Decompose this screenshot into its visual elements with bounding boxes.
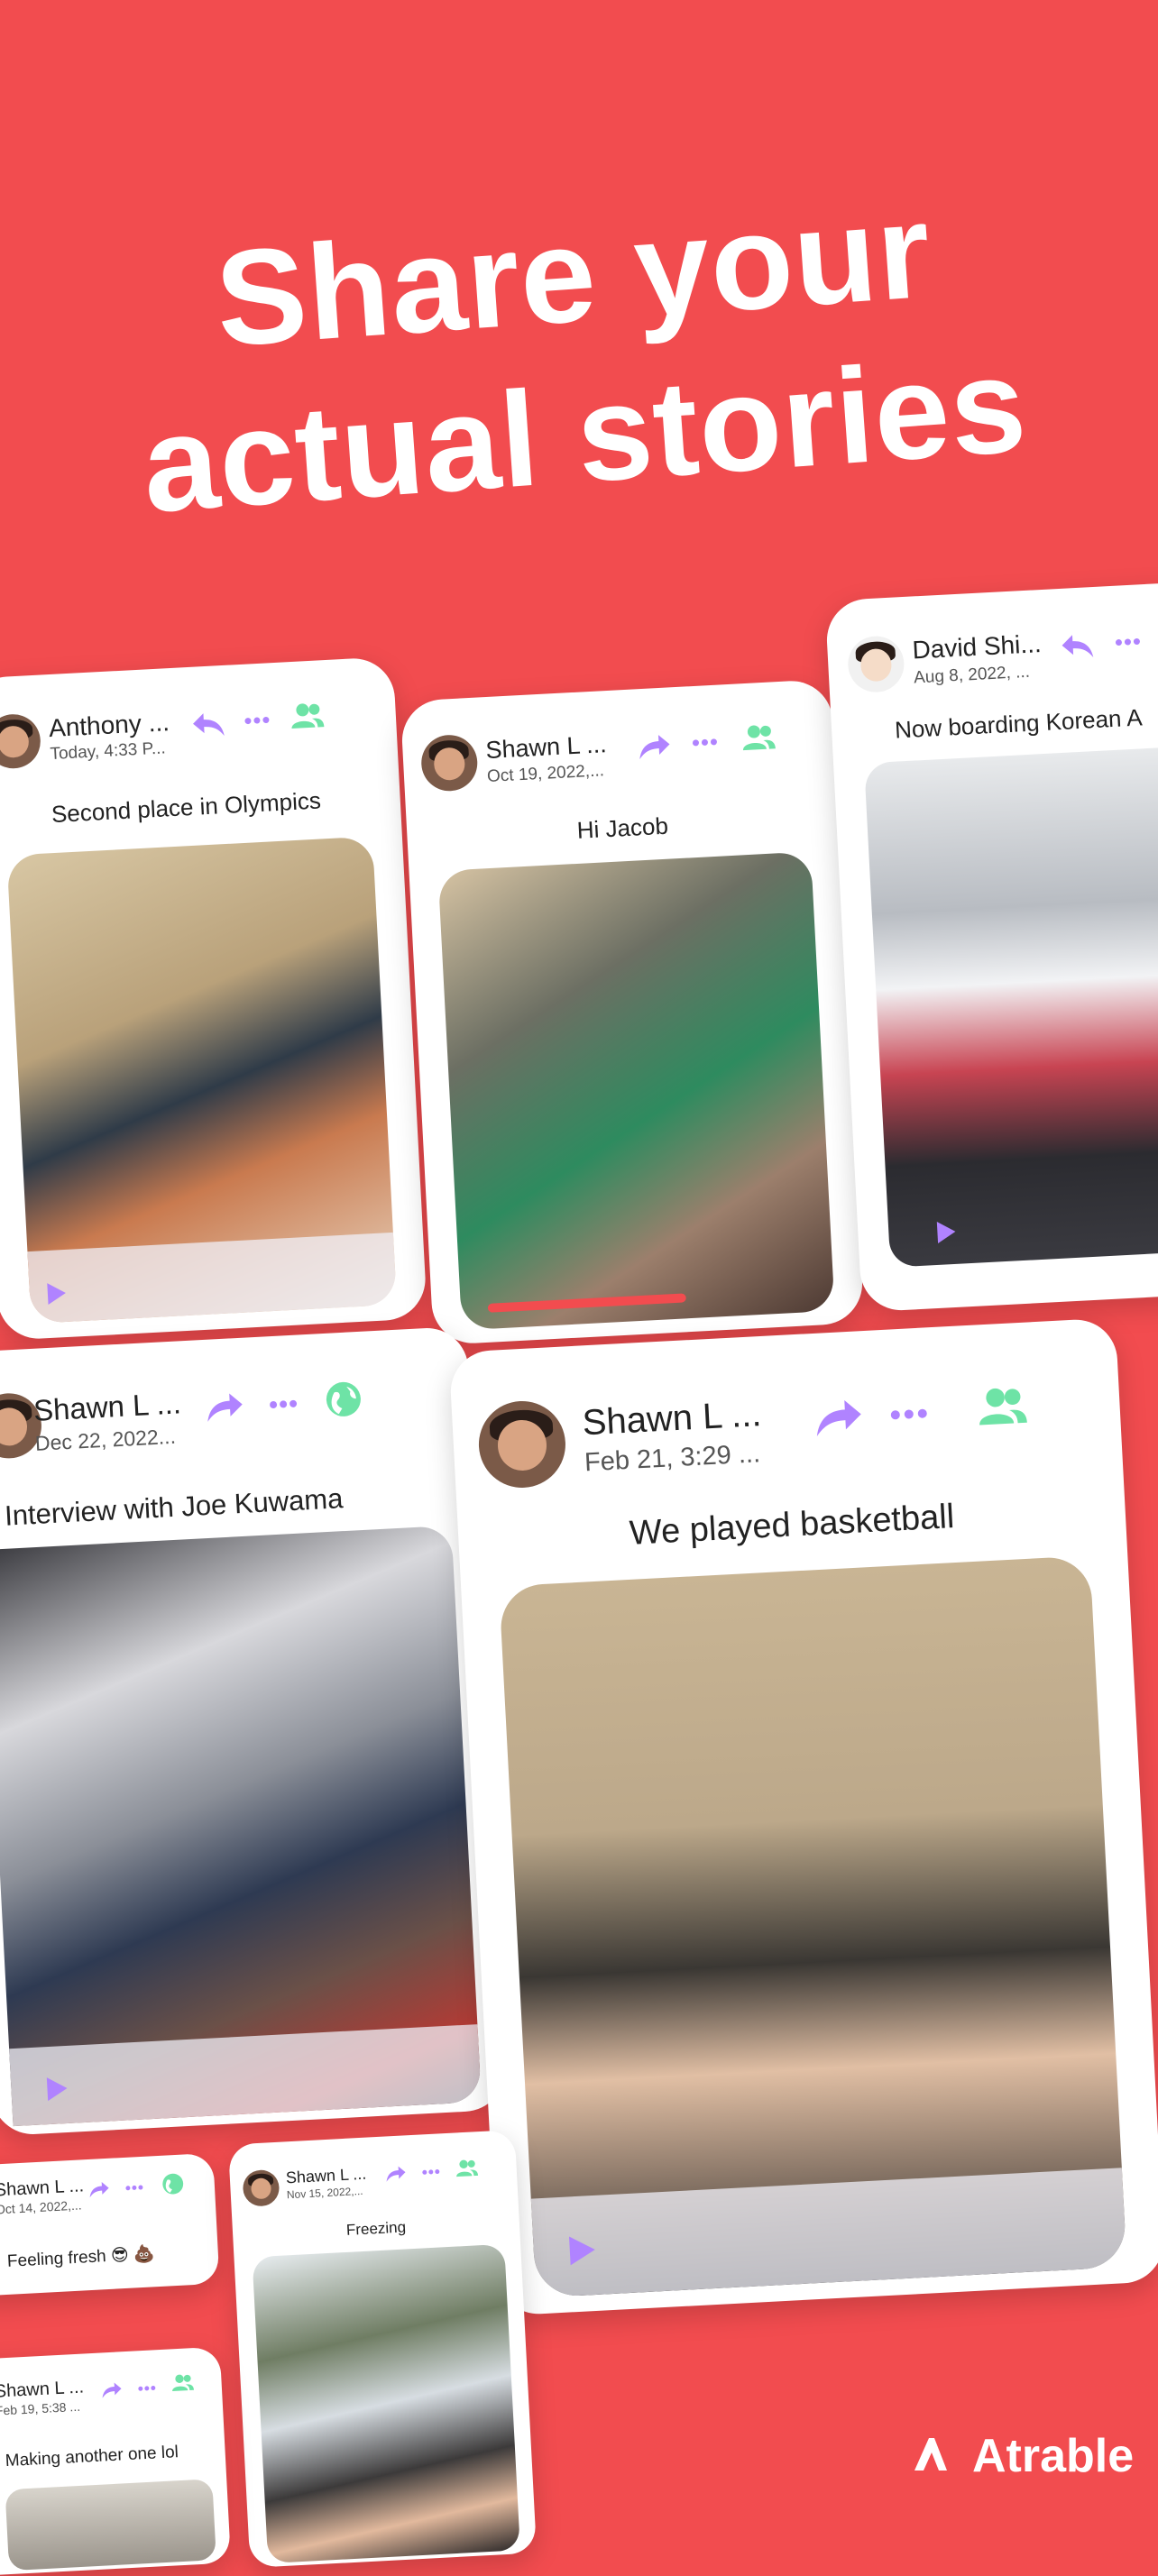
post-caption: Hi Jacob <box>576 811 669 844</box>
more-icon[interactable] <box>1114 637 1141 647</box>
author-name: Anthony ... <box>48 708 170 743</box>
share-icon[interactable] <box>813 1396 865 1440</box>
author-name: Shawn L ... <box>484 730 608 765</box>
post-date: Nov 15, 2022,... <box>286 2184 363 2202</box>
more-icon[interactable] <box>124 2184 144 2192</box>
friends-icon[interactable] <box>290 701 326 730</box>
atrable-logo-icon <box>914 2438 947 2471</box>
post-card-7[interactable]: Shawn L ... Nov 15, 2022,... Freezing <box>227 2130 538 2568</box>
post-card-3[interactable]: David Shi... Aug 8, 2022, ... Now boardi… <box>824 581 1158 1313</box>
post-date: Today, 4:33 P... <box>50 738 167 765</box>
avatar[interactable] <box>419 733 479 793</box>
post-date: Aug 8, 2022, ... <box>913 662 1031 688</box>
post-card-2[interactable]: Shawn L ... Oct 19, 2022,... Hi Jacob <box>400 678 865 1346</box>
more-icon[interactable] <box>888 1407 929 1421</box>
author-name: David Shi... <box>911 629 1043 665</box>
share-icon[interactable] <box>87 2180 110 2199</box>
avatar[interactable] <box>242 2168 280 2207</box>
globe-icon[interactable] <box>325 1380 363 1418</box>
more-icon[interactable] <box>691 738 718 748</box>
post-card-5[interactable]: Shawn L ... Feb 21, 3:29 ... We played b… <box>448 1317 1158 2316</box>
post-caption: We played basketball <box>628 1498 956 1553</box>
share-icon[interactable] <box>100 2380 123 2399</box>
post-photo[interactable] <box>0 1525 482 2127</box>
headline: Share your actual stories <box>0 154 1158 555</box>
play-icon[interactable] <box>46 2076 69 2102</box>
post-caption: Freezing <box>345 2218 407 2239</box>
post-caption: Feeling fresh 😎 💩 <box>6 2244 156 2271</box>
post-photo[interactable] <box>499 1555 1127 2298</box>
more-icon[interactable] <box>421 2168 441 2176</box>
more-icon[interactable] <box>137 2384 157 2392</box>
friends-icon[interactable] <box>976 1386 1028 1428</box>
post-photo[interactable] <box>252 2243 520 2563</box>
post-date: Feb 19, 5:38 ... <box>0 2398 81 2418</box>
post-card-1[interactable]: Anthony ... Today, 4:33 P... Second plac… <box>0 656 427 1341</box>
post-photo[interactable] <box>437 851 835 1331</box>
more-icon[interactable] <box>268 1398 299 1411</box>
reply-icon[interactable] <box>1060 632 1096 661</box>
post-card-4[interactable]: Shawn L ... Dec 22, 2022... Interview wi… <box>0 1325 508 2137</box>
author-name: Shawn L ... <box>581 1394 763 1444</box>
more-icon[interactable] <box>244 715 271 726</box>
post-photo[interactable] <box>864 744 1158 1268</box>
author-name: Shawn L ... <box>32 1386 182 1427</box>
friends-icon[interactable] <box>741 723 777 752</box>
post-photo[interactable] <box>6 836 398 1325</box>
post-photo[interactable] <box>5 2479 216 2571</box>
globe-icon[interactable] <box>161 2173 184 2196</box>
brand-name: Atrable <box>972 2430 1135 2482</box>
share-icon[interactable] <box>204 1390 245 1425</box>
post-card-8[interactable]: Shawn L ... Feb 19, 5:38 ... Making anot… <box>0 2346 232 2576</box>
share-icon[interactable] <box>637 732 673 761</box>
avatar[interactable] <box>476 1398 568 1490</box>
post-caption: Second place in Olympics <box>51 786 322 829</box>
avatar[interactable] <box>0 712 42 770</box>
friends-icon[interactable] <box>455 2159 479 2177</box>
post-date: Oct 14, 2022,... <box>0 2197 82 2217</box>
post-caption: Making another one lol <box>5 2443 179 2471</box>
post-date: Feb 21, 3:29 ... <box>584 1439 761 1478</box>
post-caption: Now boarding Korean A <box>894 703 1144 744</box>
play-icon[interactable] <box>568 2234 596 2266</box>
friends-icon[interactable] <box>170 2373 195 2392</box>
post-card-6[interactable]: Shawn L ... Oct 14, 2022,... Feeling fre… <box>0 2152 220 2297</box>
post-date: Dec 22, 2022... <box>34 1424 177 1455</box>
play-icon[interactable] <box>936 1220 957 1243</box>
post-caption: Interview with Joe Kuwama <box>4 1482 345 1532</box>
play-icon[interactable] <box>47 1282 67 1306</box>
reply-icon[interactable] <box>190 710 226 739</box>
share-icon[interactable] <box>384 2164 407 2183</box>
avatar[interactable] <box>846 635 905 694</box>
post-date: Oct 19, 2022,... <box>486 761 605 787</box>
